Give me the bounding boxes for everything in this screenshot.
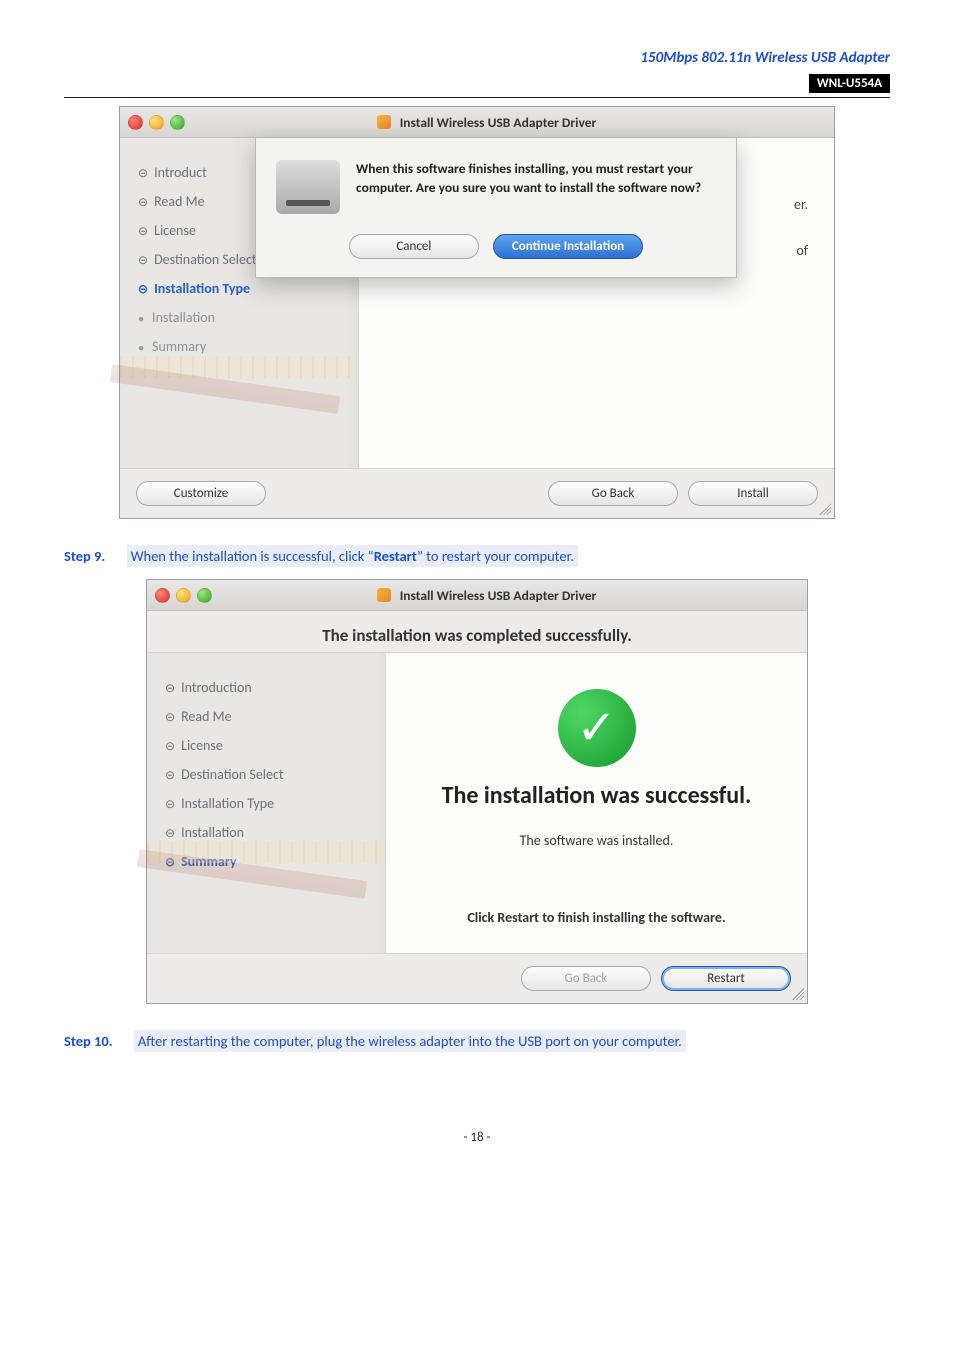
page-number: - 18 - bbox=[64, 1130, 890, 1145]
text-fragment-of: of bbox=[796, 242, 808, 259]
minimize-icon[interactable] bbox=[176, 588, 191, 603]
text-fragment-er: er. bbox=[794, 196, 808, 213]
resize-grip-icon[interactable] bbox=[819, 503, 831, 515]
customize-button[interactable]: Customize bbox=[136, 481, 266, 506]
header-product-line: 150Mbps 802.11n Wireless USB Adapter bbox=[64, 48, 890, 67]
installer-footer: Customize Go Back Install bbox=[120, 468, 834, 518]
installer-main-pane: ✓ The installation was successful. The s… bbox=[385, 653, 807, 953]
package-icon bbox=[377, 115, 391, 129]
step-9-line: Step 9. When the installation is success… bbox=[64, 547, 890, 565]
step-9-label: Step 9. bbox=[64, 547, 105, 565]
success-heading: The installation was completed successfu… bbox=[147, 611, 807, 653]
zoom-icon[interactable] bbox=[197, 588, 212, 603]
installer-footer: Go Back Restart bbox=[147, 953, 807, 1003]
computer-icon bbox=[276, 160, 340, 214]
go-back-button[interactable]: Go Back bbox=[548, 481, 678, 506]
install-button[interactable]: Install bbox=[688, 481, 818, 506]
checkmark-icon: ✓ bbox=[558, 689, 636, 767]
installer-window-sheet: Install Wireless USB Adapter Driver Intr… bbox=[119, 106, 835, 519]
go-back-button: Go Back bbox=[521, 966, 651, 991]
sidebar-item-install-type: Installation Type bbox=[165, 789, 375, 818]
traffic-lights bbox=[128, 115, 185, 130]
sidebar-item-install-type: Installation Type bbox=[138, 274, 348, 303]
sidebar-item-license: License bbox=[165, 731, 375, 760]
sidebar-item-destination: Destination Select bbox=[165, 760, 375, 789]
minimize-icon[interactable] bbox=[149, 115, 164, 130]
window-title: Install Wireless USB Adapter Driver bbox=[199, 114, 834, 131]
close-icon[interactable] bbox=[155, 588, 170, 603]
installer-window-success: Install Wireless USB Adapter Driver The … bbox=[146, 579, 808, 1004]
window-title-label: Install Wireless USB Adapter Driver bbox=[400, 587, 597, 604]
continue-installation-button[interactable]: Continue Installation bbox=[493, 234, 643, 259]
window-title: Install Wireless USB Adapter Driver bbox=[226, 587, 807, 604]
installer-sidebar: Introduction Read Me License Destination… bbox=[147, 653, 385, 953]
step-9-text: When the installation is successful, cli… bbox=[127, 545, 578, 567]
success-subtitle: The software was installed. bbox=[410, 832, 783, 849]
window-title-label: Install Wireless USB Adapter Driver bbox=[400, 114, 597, 131]
sidebar-item-readme: Read Me bbox=[165, 702, 375, 731]
success-title: The installation was successful. bbox=[410, 781, 783, 810]
traffic-lights bbox=[155, 588, 212, 603]
package-icon bbox=[377, 588, 391, 602]
model-badge: WNL-U554A bbox=[809, 74, 890, 93]
confirm-sheet: When this software finishes installing, … bbox=[255, 138, 737, 278]
sidebar-item-introduction: Introduction bbox=[165, 673, 375, 702]
cancel-button[interactable]: Cancel bbox=[349, 234, 479, 259]
step-10-label: Step 10. bbox=[64, 1032, 113, 1050]
step-10-text: After restarting the computer, plug the … bbox=[134, 1030, 686, 1052]
sidebar-item-installation: Installation bbox=[138, 303, 348, 332]
header-divider bbox=[64, 97, 890, 98]
sheet-message: When this software finishes installing, … bbox=[356, 160, 716, 214]
zoom-icon[interactable] bbox=[170, 115, 185, 130]
titlebar: Install Wireless USB Adapter Driver bbox=[120, 107, 834, 138]
success-note: Click Restart to finish installing the s… bbox=[410, 909, 783, 926]
restart-button[interactable]: Restart bbox=[661, 966, 791, 991]
titlebar: Install Wireless USB Adapter Driver bbox=[147, 580, 807, 611]
step-10-line: Step 10. After restarting the computer, … bbox=[64, 1032, 890, 1050]
model-badge-row: WNL-U554A bbox=[64, 73, 890, 93]
resize-grip-icon[interactable] bbox=[792, 988, 804, 1000]
close-icon[interactable] bbox=[128, 115, 143, 130]
product-title: 150Mbps 802.11n Wireless USB Adapter bbox=[640, 49, 890, 67]
